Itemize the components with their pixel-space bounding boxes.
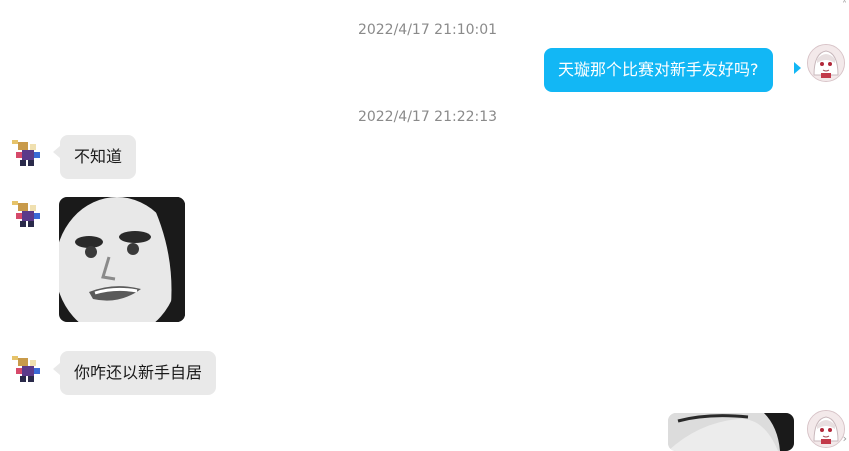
meme-face-sticker[interactable] [668, 413, 794, 451]
self-avatar[interactable] [807, 410, 845, 448]
self-avatar[interactable] [807, 44, 845, 82]
scroll-indicator-icon: ˄ [842, 0, 847, 11]
bubble-tail [53, 363, 60, 375]
other-avatar[interactable] [10, 136, 44, 174]
pixel-character-avatar-icon [12, 356, 40, 382]
meme-face-sticker[interactable] [59, 197, 185, 322]
pixel-character-avatar-icon [12, 140, 40, 166]
anime-girl-avatar-icon [807, 410, 845, 448]
message-timestamp: 2022/4/17 21:10:01 [357, 22, 498, 38]
outgoing-message-bubble[interactable]: 天璇那个比赛对新手友好吗? [544, 48, 773, 92]
bubble-tail [794, 62, 801, 74]
bubble-tail [53, 146, 60, 158]
anime-girl-avatar-icon [807, 44, 845, 82]
incoming-message-bubble[interactable]: 你咋还以新手自居 [60, 351, 217, 395]
scroll-indicator-icon: › [842, 432, 847, 445]
message-timestamp: 2022/4/17 21:22:13 [357, 109, 498, 125]
chat-window: { "messages": { "timestamp_1": "2022/4/1… [0, 0, 849, 451]
other-avatar[interactable] [10, 197, 44, 235]
pixel-character-avatar-icon [12, 201, 40, 227]
other-avatar[interactable] [10, 352, 44, 390]
incoming-message-bubble[interactable]: 不知道 [60, 135, 137, 179]
